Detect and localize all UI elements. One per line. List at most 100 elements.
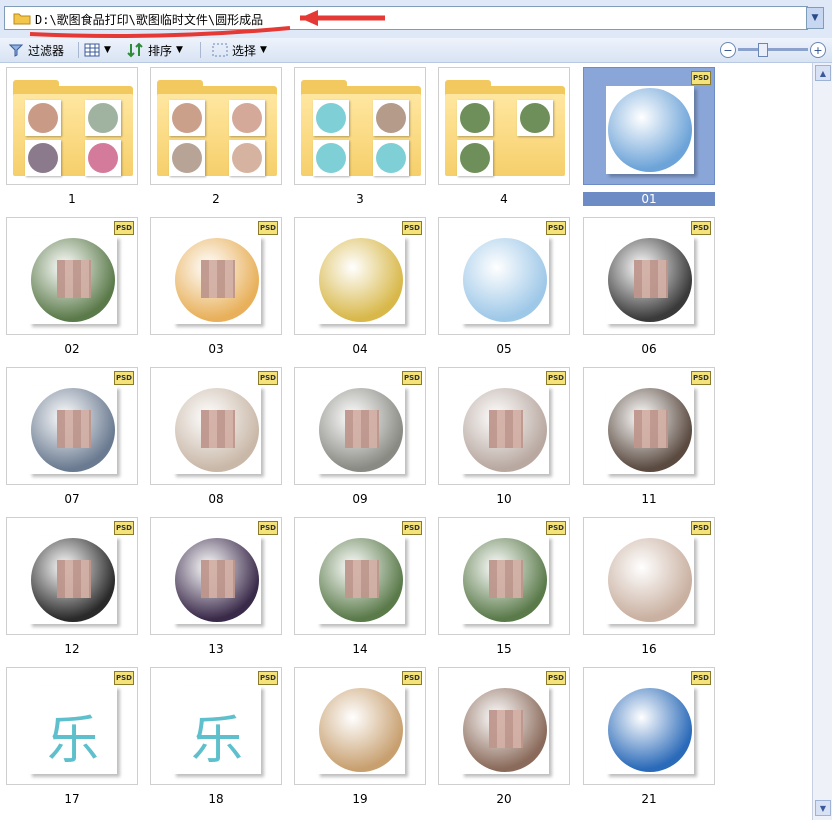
sort-label: 排序 <box>148 43 173 58</box>
folder-preview-thumbnail <box>313 100 349 136</box>
image-label[interactable]: 13 <box>150 642 282 656</box>
thumbnail-image <box>319 238 403 322</box>
vertical-scrollbar[interactable]: ▲ ▼ <box>812 63 832 820</box>
filter-button[interactable]: 过滤器 <box>8 41 64 59</box>
folder-tile[interactable] <box>438 67 570 185</box>
thumbnail-image <box>463 388 547 472</box>
zoom-in-button[interactable]: + <box>810 42 826 58</box>
folder-preview-thumbnail <box>229 140 265 176</box>
zoom-slider-thumb[interactable] <box>758 43 768 57</box>
folder-label[interactable]: 1 <box>6 192 138 206</box>
mosaic-blur <box>57 560 91 598</box>
image-label[interactable]: 14 <box>294 642 426 656</box>
scroll-up-button[interactable]: ▲ <box>815 65 831 81</box>
grid-view-icon <box>84 43 100 57</box>
image-tile[interactable]: PSD <box>6 367 138 485</box>
image-tile[interactable]: PSD <box>583 217 715 335</box>
thumbnail-image <box>175 388 259 472</box>
address-dropdown-button[interactable]: ▼ <box>806 7 824 29</box>
image-tile[interactable]: PSD <box>150 217 282 335</box>
thumbnail-image <box>31 388 115 472</box>
folder-label[interactable]: 2 <box>150 192 282 206</box>
image-label[interactable]: 11 <box>583 492 715 506</box>
zoom-slider-track[interactable] <box>738 48 808 51</box>
address-input[interactable]: D:\歌图食品打印\歌图临时文件\圆形成品 <box>4 6 808 30</box>
image-label[interactable]: 06 <box>583 342 715 356</box>
folder-preview-image <box>460 103 490 133</box>
image-tile[interactable]: PSD <box>438 667 570 785</box>
psd-badge-icon: PSD <box>546 221 566 235</box>
image-tile[interactable]: PSD <box>438 367 570 485</box>
zoom-out-button[interactable]: − <box>720 42 736 58</box>
image-tile[interactable]: PSD <box>294 667 426 785</box>
folder-label[interactable]: 3 <box>294 192 426 206</box>
image-tile[interactable]: PSD <box>438 217 570 335</box>
psd-badge-icon: PSD <box>258 671 278 685</box>
image-tile[interactable]: 乐 PSD <box>150 667 282 785</box>
folder-label[interactable]: 4 <box>438 192 570 206</box>
image-tile[interactable]: PSD <box>294 217 426 335</box>
folder-preview-thumbnail <box>457 100 493 136</box>
folder-tile[interactable] <box>150 67 282 185</box>
image-label[interactable]: 17 <box>6 792 138 806</box>
folder-preview-image <box>88 103 118 133</box>
image-label[interactable]: 16 <box>583 642 715 656</box>
image-label[interactable]: 01 <box>583 192 715 206</box>
image-tile[interactable]: PSD <box>6 517 138 635</box>
image-tile[interactable]: PSD <box>294 517 426 635</box>
thumbnail-image <box>319 388 403 472</box>
image-tile[interactable]: PSD <box>583 667 715 785</box>
image-label[interactable]: 21 <box>583 792 715 806</box>
image-label[interactable]: 04 <box>294 342 426 356</box>
image-tile[interactable]: 乐 PSD <box>6 667 138 785</box>
mosaic-blur <box>57 410 91 448</box>
image-tile[interactable]: PSD <box>583 367 715 485</box>
folder-preview-image <box>316 143 346 173</box>
view-mode-button[interactable]: ▼ <box>84 41 111 59</box>
image-tile[interactable]: PSD <box>583 517 715 635</box>
image-label[interactable]: 12 <box>6 642 138 656</box>
thumbnail <box>606 386 694 474</box>
select-button[interactable]: 选择 ▼ <box>212 41 267 59</box>
thumbnail <box>606 536 694 624</box>
thumbnail-image <box>31 538 115 622</box>
address-path: D:\歌图食品打印\歌图临时文件\圆形成品 <box>35 13 264 27</box>
folder-preview-image <box>376 103 406 133</box>
psd-badge-icon: PSD <box>258 371 278 385</box>
thumbnail <box>173 236 261 324</box>
image-label[interactable]: 03 <box>150 342 282 356</box>
psd-badge-icon: PSD <box>114 221 134 235</box>
image-label[interactable]: 19 <box>294 792 426 806</box>
image-label[interactable]: 18 <box>150 792 282 806</box>
image-tile[interactable]: PSD <box>6 217 138 335</box>
scroll-down-button[interactable]: ▼ <box>815 800 831 816</box>
image-label[interactable]: 02 <box>6 342 138 356</box>
image-tile[interactable]: PSD <box>438 517 570 635</box>
image-label[interactable]: 15 <box>438 642 570 656</box>
thumbnail-image <box>463 538 547 622</box>
thumbnail <box>606 686 694 774</box>
thumbnail <box>29 236 117 324</box>
folder-tile[interactable] <box>294 67 426 185</box>
folder-tile[interactable] <box>6 67 138 185</box>
image-tile[interactable]: PSD <box>294 367 426 485</box>
thumbnail <box>317 386 405 474</box>
image-label[interactable]: 07 <box>6 492 138 506</box>
image-label[interactable]: 10 <box>438 492 570 506</box>
folder-preview-thumbnail <box>313 140 349 176</box>
image-tile[interactable]: PSD <box>150 517 282 635</box>
image-tile[interactable]: PSD <box>150 367 282 485</box>
thumbnail-image: 乐 <box>175 688 259 772</box>
thumbnail-image <box>319 538 403 622</box>
sort-button[interactable]: 排序 ▼ <box>126 41 183 59</box>
image-label[interactable]: 08 <box>150 492 282 506</box>
folder-preview-image <box>172 143 202 173</box>
folder-preview-thumbnail <box>229 100 265 136</box>
image-label[interactable]: 05 <box>438 342 570 356</box>
toolbar-divider <box>78 42 79 58</box>
image-label[interactable]: 09 <box>294 492 426 506</box>
toolbar-divider <box>200 42 201 58</box>
image-tile[interactable]: PSD <box>583 67 715 185</box>
folder-preview-thumbnail <box>85 100 121 136</box>
image-label[interactable]: 20 <box>438 792 570 806</box>
